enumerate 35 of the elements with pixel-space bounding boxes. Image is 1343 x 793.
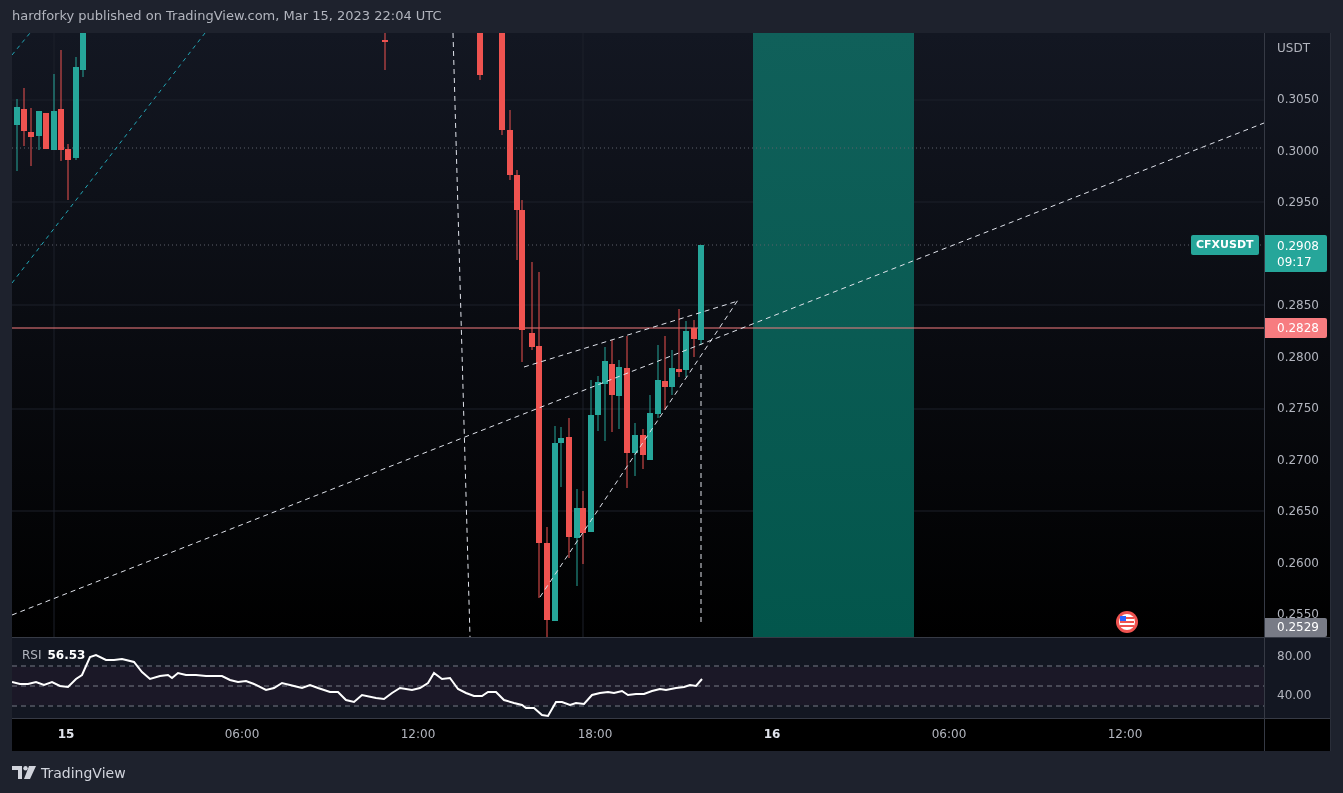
- time-tick-label: 18:00: [577, 727, 613, 741]
- price-tick-label: 0.2750: [1277, 401, 1319, 415]
- line-price-tag: 0.2828: [1265, 318, 1327, 338]
- price-tick-label: 0.2850: [1277, 298, 1319, 312]
- brand-name: TradingView: [41, 764, 126, 781]
- indicator-value: 56.53: [47, 648, 86, 662]
- time-tick-label: 06:00: [931, 727, 967, 741]
- rsi-tick-label: 80.00: [1277, 649, 1312, 663]
- time-axis[interactable]: 15 06:00 12:00 18:00 16 06:00 12:00: [12, 719, 1264, 751]
- candle: [382, 33, 388, 71]
- time-tick-label: 15: [57, 727, 75, 741]
- symbol-label: CFXUSDT: [1191, 235, 1259, 255]
- indicator-name: RSI: [22, 648, 42, 662]
- time-tick-label: 06:00: [224, 727, 260, 741]
- price-tick-label: 0.2950: [1277, 195, 1319, 209]
- price-tick-label: 0.3050: [1277, 92, 1319, 106]
- price-tick-label: 0.2700: [1277, 452, 1319, 467]
- logo-icon: [12, 766, 36, 779]
- time-tick-label: 12:00: [400, 727, 436, 741]
- price-tick-label: 0.2600: [1277, 555, 1319, 570]
- time-tick-label: 12:00: [1107, 727, 1143, 741]
- price-tick-label: 0.2550: [1277, 607, 1319, 621]
- currency-label: USDT: [1277, 41, 1310, 55]
- last-price-tag: 0.2908 09:17: [1265, 235, 1327, 272]
- flag-icon[interactable]: [1116, 611, 1138, 633]
- time-tick-label: 16: [763, 727, 781, 741]
- price-tick-label: 0.3000: [1277, 143, 1319, 158]
- rsi-tick-label: 40.00: [1277, 688, 1312, 702]
- candle: [632, 422, 638, 477]
- price-tick-label: 0.2800: [1277, 349, 1319, 364]
- price-axis[interactable]: USDT 0.3050 0.3000 0.2950 0.2850 0.2800 0.2750 0.2700 0.2650 0.2600 0.2550 0.2908 09:17 0.2828 0.2529: [1264, 33, 1330, 638]
- price-tick-label: 0.2650: [1277, 504, 1319, 518]
- publication-title: hardforky published on TradingView.com, Mar 15, 2023 22:04 UTC: [12, 8, 442, 23]
- low-price-tag: 0.2529: [1265, 618, 1327, 637]
- candle: [477, 33, 483, 81]
